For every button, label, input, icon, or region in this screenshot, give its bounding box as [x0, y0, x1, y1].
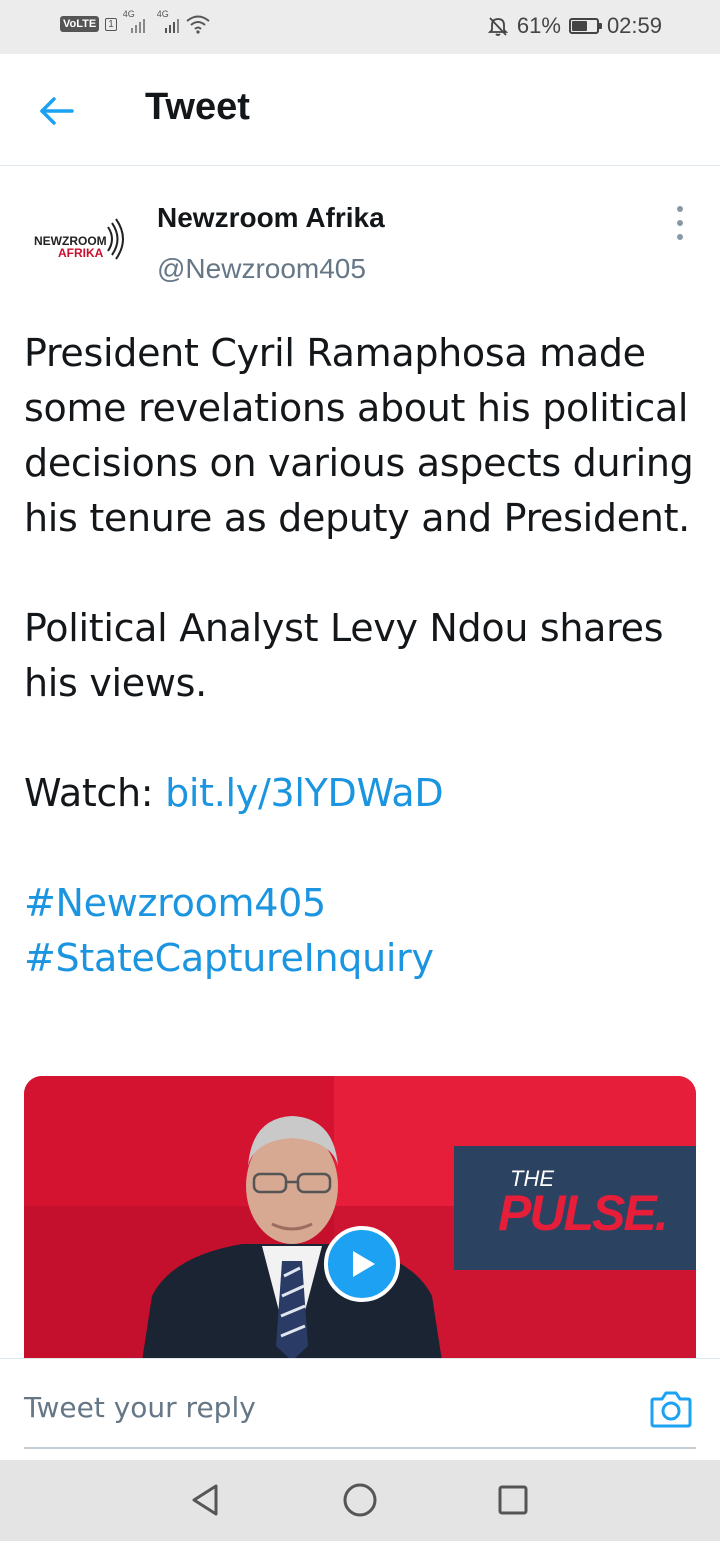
hashtag-link[interactable]: #Newzroom405: [24, 881, 326, 925]
signal-icon: 4G: [157, 9, 179, 33]
play-icon: [353, 1251, 375, 1277]
reply-bar: Tweet your reply: [0, 1358, 720, 1459]
hashtag-link[interactable]: #StateCaptureInquiry: [24, 936, 434, 980]
bell-muted-icon: [487, 17, 509, 36]
battery-icon: [568, 18, 602, 34]
reply-underline: [24, 1447, 696, 1449]
play-button[interactable]: [324, 1226, 400, 1302]
reply-input[interactable]: Tweet your reply: [24, 1391, 256, 1424]
status-right: 61% 02:59: [487, 13, 662, 39]
watch-link[interactable]: bit.ly/3lYDWaD: [165, 771, 444, 815]
nav-back-icon[interactable]: [188, 1482, 224, 1518]
brand-line-pulse: PULSE.: [498, 1185, 669, 1241]
more-options-icon[interactable]: [670, 206, 690, 240]
clock: 02:59: [606, 13, 662, 38]
watch-label: Watch:: [24, 771, 166, 815]
camera-icon[interactable]: [650, 1389, 692, 1429]
network-type-label: 4G: [122, 9, 135, 19]
back-arrow-icon[interactable]: [36, 91, 76, 131]
tweet-paragraph: President Cyril Ramaphosa made some reve…: [24, 331, 694, 540]
signal-icon: 4G: [123, 9, 145, 33]
sim-slot-badge: 1: [105, 17, 117, 31]
author-name[interactable]: Newzroom Afrika: [157, 202, 385, 234]
avatar[interactable]: NEWZROOM AFRIKA: [26, 205, 130, 275]
newzroom-afrika-logo: NEWZROOM AFRIKA: [34, 218, 124, 260]
tweet-text: President Cyril Ramaphosa made some reve…: [24, 326, 704, 986]
author-handle[interactable]: @Newzroom405: [157, 253, 366, 285]
watch-line: Watch: bit.ly/3lYDWaD: [24, 766, 704, 821]
page-title: Tweet: [145, 86, 250, 128]
video-thumbnail[interactable]: THE PULSE.: [24, 1076, 696, 1361]
status-bar: VoLTE 1 4G 4G 61% 02:59: [0, 0, 720, 54]
nav-recents-icon[interactable]: [497, 1484, 529, 1516]
wifi-icon: [186, 15, 210, 34]
network-type-label: 4G: [156, 9, 169, 19]
app-header: Tweet: [0, 54, 720, 166]
svg-text:AFRIKA: AFRIKA: [58, 246, 104, 260]
battery-percent: 61%: [516, 13, 561, 38]
presenter-image: [142, 1116, 442, 1361]
tweet-paragraph: Political Analyst Levy Ndou shares his v…: [24, 606, 664, 705]
nav-home-icon[interactable]: [343, 1483, 377, 1517]
status-left: VoLTE 1 4G 4G: [60, 9, 211, 34]
system-nav-bar: [0, 1460, 720, 1541]
volte-badge: VoLTE: [60, 16, 100, 32]
show-brand-panel: THE PULSE.: [454, 1146, 696, 1270]
